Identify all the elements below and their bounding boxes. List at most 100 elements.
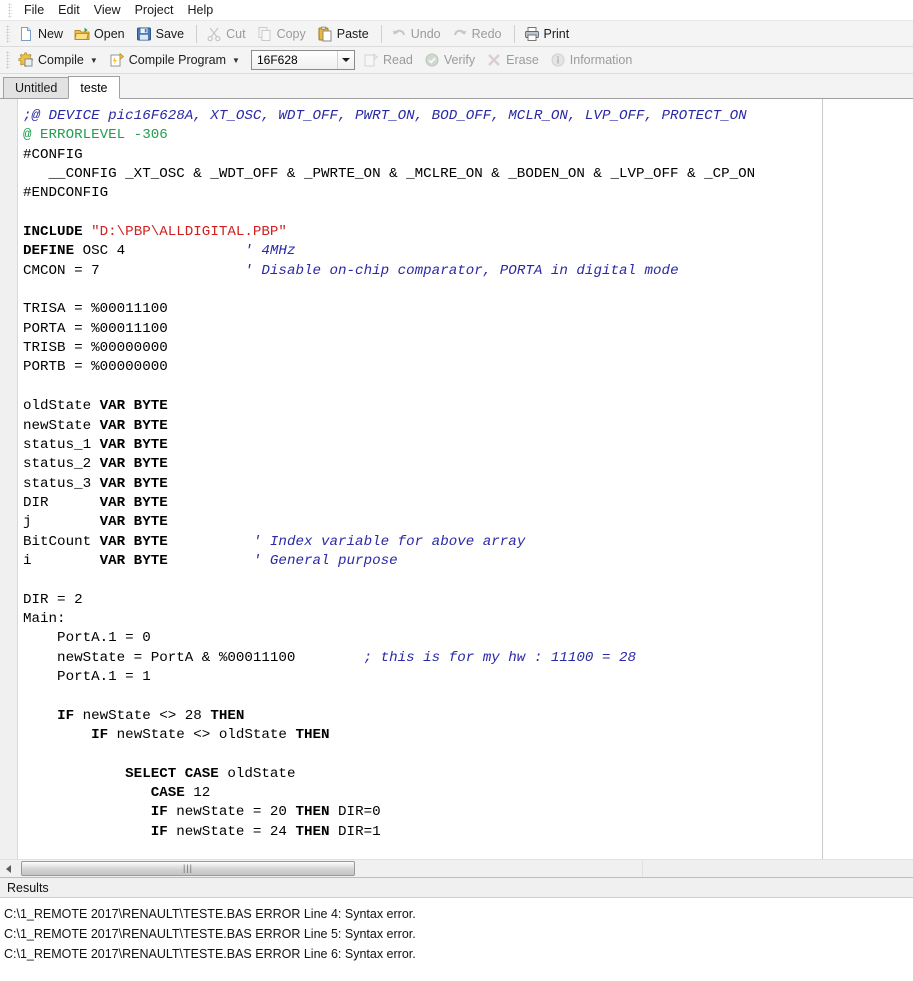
paste-button-label: Paste xyxy=(337,27,369,41)
info-circle-icon xyxy=(550,52,566,68)
scroll-left-arrow-icon[interactable] xyxy=(0,860,17,877)
gear-compile-icon xyxy=(18,52,34,68)
new-file-icon xyxy=(18,26,34,42)
editor-gutter xyxy=(0,99,18,859)
editor-horizontal-scrollbar[interactable]: ||| xyxy=(0,859,913,877)
printer-icon xyxy=(524,26,540,42)
menu-grip-handle[interactable] xyxy=(8,3,12,18)
undo-button[interactable]: Undo xyxy=(387,23,448,45)
compile-button[interactable]: Compile ▼ xyxy=(14,49,105,71)
code-token: __CONFIG _XT_OSC & _WDT_OFF & _PWRTE_ON … xyxy=(23,166,755,182)
toolbar-separator-2 xyxy=(381,25,382,43)
print-button-label: Print xyxy=(544,27,570,41)
code-token: IF xyxy=(57,708,74,724)
result-line[interactable]: C:\1_REMOTE 2017\RENAULT\TESTE.BAS ERROR… xyxy=(4,944,913,964)
code-token: Main: xyxy=(23,611,66,627)
results-panel-body[interactable]: C:\1_REMOTE 2017\RENAULT\TESTE.BAS ERROR… xyxy=(0,898,913,981)
menu-item-file[interactable]: File xyxy=(17,1,51,20)
undo-button-label: Undo xyxy=(411,27,441,41)
menu-item-view[interactable]: View xyxy=(87,1,128,20)
redo-button-label: Redo xyxy=(472,27,502,41)
compile-toolbar-grip-handle[interactable] xyxy=(6,51,10,69)
new-button[interactable]: New xyxy=(14,23,70,45)
tab-untitled[interactable]: Untitled xyxy=(3,77,69,98)
code-token: 12 xyxy=(185,785,211,801)
device-select[interactable]: 16F628 xyxy=(251,50,355,70)
compile-program-button[interactable]: Compile Program ▼ xyxy=(105,49,247,71)
information-button[interactable]: Information xyxy=(546,49,640,71)
code-token: VAR BYTE xyxy=(100,476,168,492)
code-token xyxy=(168,553,253,569)
code-token: CMCON = 7 xyxy=(23,263,244,279)
new-button-label: New xyxy=(38,27,63,41)
code-token: ' Disable on-chip comparator, PORTA in d… xyxy=(244,263,678,279)
code-token xyxy=(23,727,91,743)
erase-button[interactable]: Erase xyxy=(482,49,546,71)
code-token: VAR BYTE xyxy=(100,514,168,530)
redo-arrow-icon xyxy=(452,26,468,42)
cut-button[interactable]: Cut xyxy=(202,23,252,45)
compile-dropdown-caret-icon[interactable]: ▼ xyxy=(90,56,98,65)
undo-arrow-icon xyxy=(391,26,407,42)
menu-item-help[interactable]: Help xyxy=(180,1,220,20)
code-token: status_2 xyxy=(23,456,100,472)
open-button-label: Open xyxy=(94,27,125,41)
main-toolbar: New Open Save xyxy=(0,21,913,47)
code-editor[interactable]: ;@ DEVICE pic16F628A, XT_OSC, WDT_OFF, P… xyxy=(0,99,913,859)
code-token: PORTB = %00000000 xyxy=(23,359,168,375)
code-token: VAR BYTE xyxy=(100,398,168,414)
code-token xyxy=(83,224,92,240)
code-token: newState <> oldState xyxy=(108,727,295,743)
code-token: PortA.1 = 1 xyxy=(23,669,151,685)
results-panel-header: Results xyxy=(0,877,913,898)
print-button[interactable]: Print xyxy=(520,23,577,45)
open-button[interactable]: Open xyxy=(70,23,132,45)
code-text-area[interactable]: ;@ DEVICE pic16F628A, XT_OSC, WDT_OFF, P… xyxy=(18,99,913,859)
result-line[interactable]: C:\1_REMOTE 2017\RENAULT\TESTE.BAS ERROR… xyxy=(4,924,913,944)
code-token: SELECT CASE xyxy=(125,766,219,782)
code-token: "D:\PBP\ALLDIGITAL.PBP" xyxy=(91,224,287,240)
read-button-label: Read xyxy=(383,53,413,67)
compile-program-button-label: Compile Program xyxy=(129,53,226,67)
code-token: DEFINE xyxy=(23,243,74,259)
verify-button[interactable]: Verify xyxy=(420,49,482,71)
save-button[interactable]: Save xyxy=(132,23,192,45)
code-token: THEN xyxy=(295,804,329,820)
main-toolbar-grip-handle[interactable] xyxy=(6,25,10,43)
code-token: DIR=1 xyxy=(330,824,381,840)
scissors-icon xyxy=(206,26,222,42)
tab-teste-label: teste xyxy=(80,81,107,95)
scrollbar-thumb[interactable]: ||| xyxy=(21,861,355,876)
code-token xyxy=(23,785,151,801)
read-button[interactable]: Read xyxy=(359,49,420,71)
toolbar-separator-3 xyxy=(514,25,515,43)
compile-program-dropdown-caret-icon[interactable]: ▼ xyxy=(232,56,240,65)
copy-button[interactable]: Copy xyxy=(253,23,313,45)
code-token: VAR BYTE xyxy=(100,437,168,453)
paste-button[interactable]: Paste xyxy=(313,23,376,45)
result-line[interactable]: C:\1_REMOTE 2017\RENAULT\TESTE.BAS ERROR… xyxy=(4,904,913,924)
chevron-down-icon[interactable] xyxy=(337,51,354,69)
menu-item-project[interactable]: Project xyxy=(128,1,181,20)
code-token: @ ERRORLEVEL -306 xyxy=(23,127,168,143)
read-chip-icon xyxy=(363,52,379,68)
open-folder-icon xyxy=(74,26,90,42)
code-token: INCLUDE xyxy=(23,224,83,240)
scrollbar-track[interactable]: ||| xyxy=(17,860,913,877)
redo-button[interactable]: Redo xyxy=(448,23,509,45)
code-token: VAR BYTE xyxy=(100,418,168,434)
code-token xyxy=(23,708,57,724)
compile-toolbar: Compile ▼ Compile Program ▼ 16F628 xyxy=(0,47,913,74)
clipboard-icon xyxy=(317,26,333,42)
menu-item-edit[interactable]: Edit xyxy=(51,1,87,20)
code-token: PORTA = %00011100 xyxy=(23,321,168,337)
pbp-ide-window: File Edit View Project Help New xyxy=(0,0,913,981)
tab-teste[interactable]: teste xyxy=(68,76,119,99)
lightning-program-icon xyxy=(109,52,125,68)
source-code[interactable]: ;@ DEVICE pic16F628A, XT_OSC, WDT_OFF, P… xyxy=(18,107,913,842)
code-token: ' 4MHz xyxy=(244,243,295,259)
code-token: THEN xyxy=(295,824,329,840)
information-button-label: Information xyxy=(570,53,633,67)
code-token: DIR = 2 xyxy=(23,592,83,608)
code-token: newState = PortA & %00011100 xyxy=(23,650,364,666)
